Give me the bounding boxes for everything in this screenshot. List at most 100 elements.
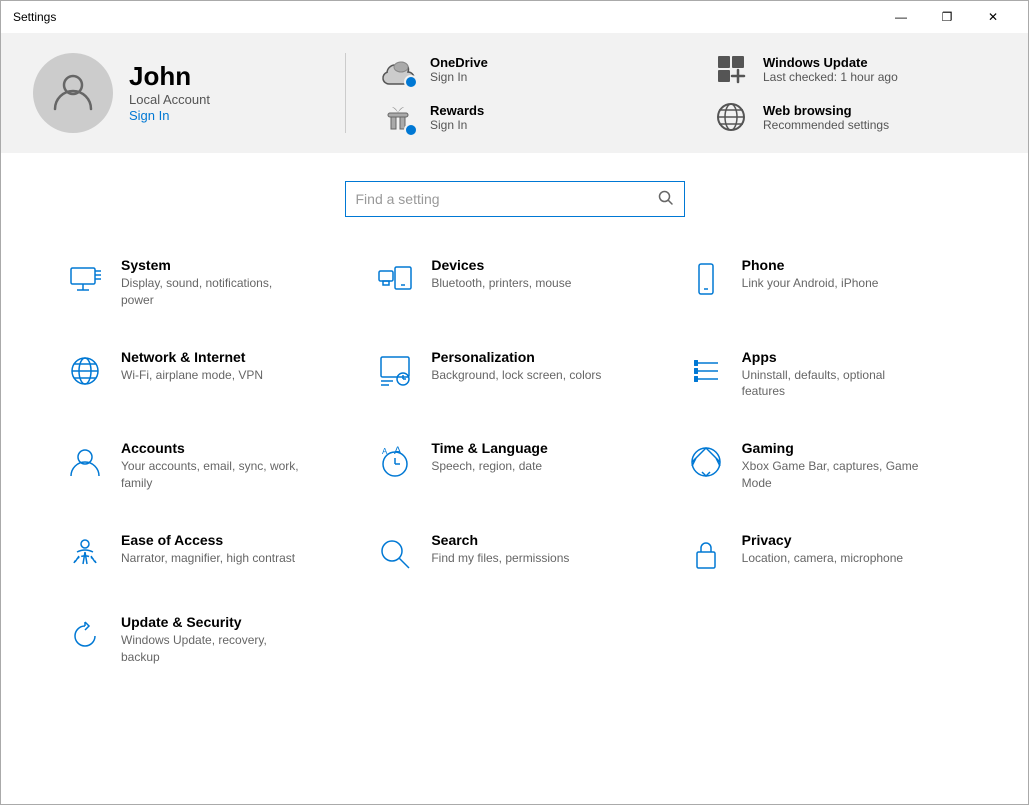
devices-desc: Bluetooth, printers, mouse bbox=[431, 275, 571, 292]
service-rewards[interactable]: Rewards Sign In bbox=[378, 97, 663, 137]
divider bbox=[345, 53, 346, 133]
search-icon bbox=[658, 190, 674, 209]
search-input[interactable] bbox=[356, 191, 658, 207]
network-icon bbox=[65, 351, 105, 391]
time-text: Time & Language Speech, region, date bbox=[431, 440, 547, 475]
devices-text: Devices Bluetooth, printers, mouse bbox=[431, 257, 571, 292]
svg-text:A: A bbox=[394, 445, 402, 457]
onedrive-name: OneDrive bbox=[430, 55, 488, 70]
personalization-icon bbox=[375, 351, 415, 391]
windows-update-icon-wrap bbox=[711, 49, 751, 89]
windows-update-icon bbox=[713, 51, 749, 87]
search-setting-icon bbox=[375, 534, 415, 574]
setting-network[interactable]: Network & Internet Wi-Fi, airplane mode,… bbox=[49, 329, 359, 421]
setting-devices[interactable]: Devices Bluetooth, printers, mouse bbox=[359, 237, 669, 329]
onedrive-text: OneDrive Sign In bbox=[430, 55, 488, 84]
personalization-desc: Background, lock screen, colors bbox=[431, 367, 601, 384]
accounts-icon bbox=[65, 442, 105, 482]
windows-update-text: Windows Update Last checked: 1 hour ago bbox=[763, 55, 898, 84]
minimize-button[interactable]: — bbox=[878, 1, 924, 33]
privacy-title: Privacy bbox=[742, 532, 903, 548]
setting-personalization[interactable]: Personalization Background, lock screen,… bbox=[359, 329, 669, 421]
gaming-icon bbox=[686, 442, 726, 482]
web-browsing-text: Web browsing Recommended settings bbox=[763, 103, 889, 132]
rewards-sub: Sign In bbox=[430, 118, 484, 132]
window-controls: — ❐ ✕ bbox=[878, 1, 1016, 33]
onedrive-sub: Sign In bbox=[430, 70, 488, 84]
windows-update-sub: Last checked: 1 hour ago bbox=[763, 70, 898, 84]
phone-desc: Link your Android, iPhone bbox=[742, 275, 879, 292]
search-setting-title: Search bbox=[431, 532, 569, 548]
service-windows-update[interactable]: Windows Update Last checked: 1 hour ago bbox=[711, 49, 996, 89]
setting-gaming[interactable]: Gaming Xbox Game Bar, captures, Game Mod… bbox=[670, 420, 980, 512]
maximize-button[interactable]: ❐ bbox=[924, 1, 970, 33]
setting-accounts[interactable]: Accounts Your accounts, email, sync, wor… bbox=[49, 420, 359, 512]
web-browsing-sub: Recommended settings bbox=[763, 118, 889, 132]
windows-update-name: Windows Update bbox=[763, 55, 898, 70]
setting-privacy[interactable]: Privacy Location, camera, microphone bbox=[670, 512, 980, 594]
settings-grid: System Display, sound, notifications, po… bbox=[1, 237, 1028, 685]
network-title: Network & Internet bbox=[121, 349, 263, 365]
service-web-browsing[interactable]: Web browsing Recommended settings bbox=[711, 97, 996, 137]
header-section: John Local Account Sign In OneDrive Sign… bbox=[1, 33, 1028, 153]
rewards-icon-wrap bbox=[378, 97, 418, 137]
system-text: System Display, sound, notifications, po… bbox=[121, 257, 301, 309]
setting-time[interactable]: A A Time & Language Speech, region, date bbox=[359, 420, 669, 512]
gaming-text: Gaming Xbox Game Bar, captures, Game Mod… bbox=[742, 440, 922, 492]
web-browsing-icon bbox=[713, 99, 749, 135]
phone-text: Phone Link your Android, iPhone bbox=[742, 257, 879, 292]
setting-phone[interactable]: Phone Link your Android, iPhone bbox=[670, 237, 980, 329]
devices-title: Devices bbox=[431, 257, 571, 273]
setting-update[interactable]: Update & Security Windows Update, recove… bbox=[49, 594, 359, 686]
personalization-title: Personalization bbox=[431, 349, 601, 365]
user-name: John bbox=[129, 61, 210, 92]
time-title: Time & Language bbox=[431, 440, 547, 456]
apps-text: Apps Uninstall, defaults, optional featu… bbox=[742, 349, 922, 401]
ease-desc: Narrator, magnifier, high contrast bbox=[121, 550, 295, 567]
search-setting-desc: Find my files, permissions bbox=[431, 550, 569, 567]
web-browsing-icon-wrap bbox=[711, 97, 751, 137]
onedrive-icon-wrap bbox=[378, 49, 418, 89]
search-area bbox=[1, 153, 1028, 237]
setting-ease[interactable]: Ease of Access Narrator, magnifier, high… bbox=[49, 512, 359, 594]
gaming-desc: Xbox Game Bar, captures, Game Mode bbox=[742, 458, 922, 492]
setting-system[interactable]: System Display, sound, notifications, po… bbox=[49, 237, 359, 329]
personalization-text: Personalization Background, lock screen,… bbox=[431, 349, 601, 384]
onedrive-badge bbox=[404, 75, 418, 89]
profile-info: John Local Account Sign In bbox=[129, 61, 210, 125]
window-title: Settings bbox=[13, 10, 56, 24]
setting-search[interactable]: Search Find my files, permissions bbox=[359, 512, 669, 594]
rewards-badge bbox=[404, 123, 418, 137]
apps-title: Apps bbox=[742, 349, 922, 365]
search-box[interactable] bbox=[345, 181, 685, 217]
network-text: Network & Internet Wi-Fi, airplane mode,… bbox=[121, 349, 263, 384]
ease-text: Ease of Access Narrator, magnifier, high… bbox=[121, 532, 295, 567]
network-desc: Wi-Fi, airplane mode, VPN bbox=[121, 367, 263, 384]
privacy-icon bbox=[686, 534, 726, 574]
update-desc: Windows Update, recovery, backup bbox=[121, 632, 301, 666]
phone-icon bbox=[686, 259, 726, 299]
setting-apps[interactable]: Apps Uninstall, defaults, optional featu… bbox=[670, 329, 980, 421]
rewards-text: Rewards Sign In bbox=[430, 103, 484, 132]
devices-icon bbox=[375, 259, 415, 299]
system-icon bbox=[65, 259, 105, 299]
privacy-text: Privacy Location, camera, microphone bbox=[742, 532, 903, 567]
services-grid: OneDrive Sign In Windows Update Last che… bbox=[378, 49, 996, 137]
update-icon bbox=[65, 616, 105, 656]
service-onedrive[interactable]: OneDrive Sign In bbox=[378, 49, 663, 89]
system-desc: Display, sound, notifications, power bbox=[121, 275, 301, 309]
svg-text:A: A bbox=[382, 447, 388, 456]
sign-in-link[interactable]: Sign In bbox=[129, 108, 169, 123]
profile-section: John Local Account Sign In bbox=[33, 53, 313, 133]
privacy-desc: Location, camera, microphone bbox=[742, 550, 903, 567]
apps-desc: Uninstall, defaults, optional features bbox=[742, 367, 922, 401]
accounts-title: Accounts bbox=[121, 440, 301, 456]
update-text: Update & Security Windows Update, recove… bbox=[121, 614, 301, 666]
phone-title: Phone bbox=[742, 257, 879, 273]
user-avatar-icon bbox=[49, 67, 97, 120]
web-browsing-name: Web browsing bbox=[763, 103, 889, 118]
titlebar: Settings — ❐ ✕ bbox=[1, 1, 1028, 33]
account-type: Local Account bbox=[129, 92, 210, 107]
close-button[interactable]: ✕ bbox=[970, 1, 1016, 33]
update-title: Update & Security bbox=[121, 614, 301, 630]
